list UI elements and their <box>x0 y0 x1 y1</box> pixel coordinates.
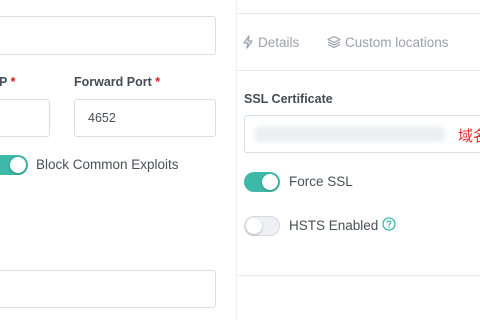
block-exploits-toggle[interactable] <box>0 155 28 175</box>
required-marker: * <box>10 75 16 89</box>
certificate-suffix: 域名 <box>458 127 480 145</box>
tab-custom-locations-label: Custom locations <box>345 35 449 50</box>
question-circle-icon[interactable] <box>382 217 396 231</box>
tabs-top-border <box>237 13 480 14</box>
certificate-value-redacted <box>255 127 445 142</box>
column-divider <box>236 0 237 320</box>
hsts-label: HSTS Enabled <box>289 218 379 233</box>
forward-ip-label: P * <box>0 75 15 89</box>
forward-port-input[interactable]: 4652 <box>74 99 216 137</box>
forward-ip-label-text: P <box>0 75 8 89</box>
ssl-certificate-select[interactable]: 域名 <box>244 115 480 153</box>
tab-details[interactable]: Details <box>242 35 299 50</box>
force-ssl-toggle[interactable] <box>244 172 280 192</box>
forward-port-label-text: Forward Port <box>74 75 152 89</box>
force-ssl-label: Force SSL <box>289 174 353 189</box>
toggle-knob <box>246 218 262 234</box>
advanced-input[interactable] <box>0 270 216 308</box>
required-marker: * <box>155 75 161 89</box>
ssl-section-bottom-border <box>237 275 480 276</box>
block-exploits-label: Block Common Exploits <box>36 157 179 172</box>
tabs-bottom-border <box>237 70 480 71</box>
bolt-icon <box>243 35 253 49</box>
forward-ip-input[interactable] <box>0 99 50 137</box>
hsts-toggle[interactable] <box>244 216 280 236</box>
tab-custom-locations[interactable]: Custom locations <box>327 35 449 50</box>
layers-icon <box>327 35 341 49</box>
domain-names-input[interactable] <box>0 16 216 55</box>
toggle-knob <box>10 157 26 173</box>
tab-details-label: Details <box>258 35 300 50</box>
toggle-knob <box>262 174 278 190</box>
ssl-certificate-label: SSL Certificate <box>244 92 333 106</box>
forward-port-label: Forward Port * <box>74 75 160 89</box>
forward-port-value: 4652 <box>88 111 116 125</box>
